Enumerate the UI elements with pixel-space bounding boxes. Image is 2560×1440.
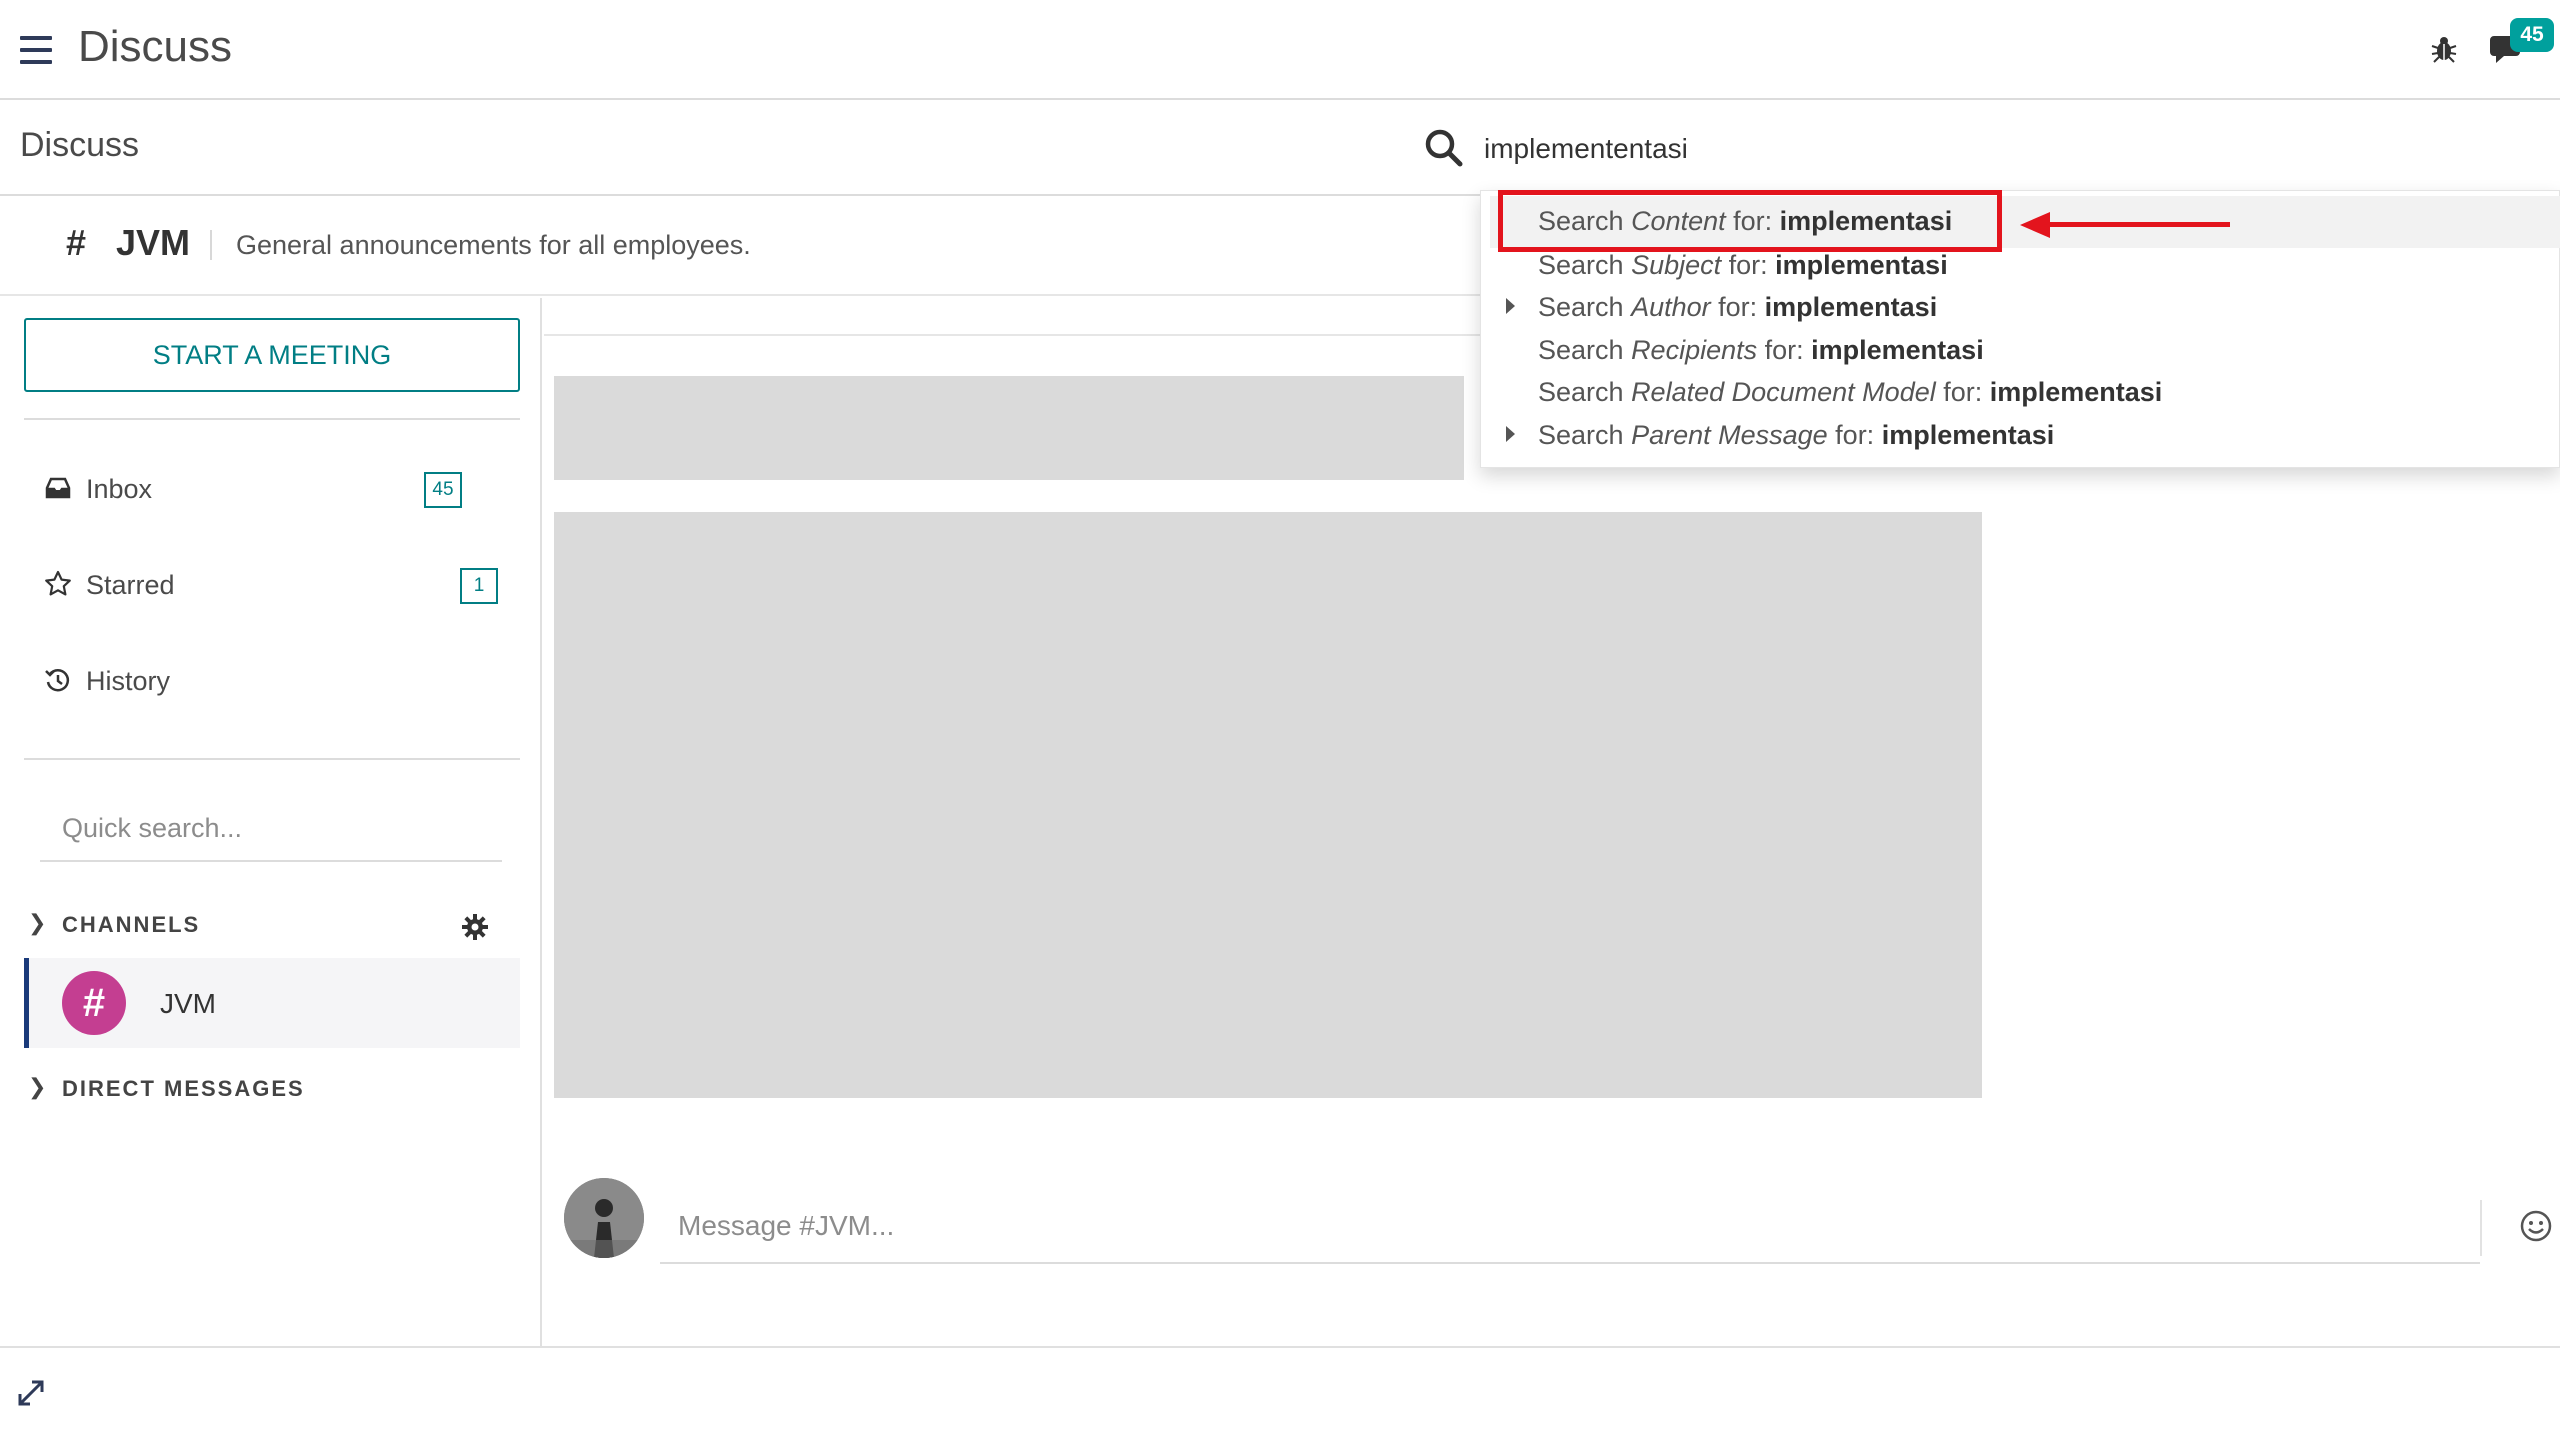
sidebar-item-label: History — [86, 666, 171, 696]
autocomplete-item-related-document-model[interactable]: Search Related Document Model for: imple… — [1538, 377, 2162, 408]
channels-label: CHANNELS — [62, 912, 201, 937]
message-input[interactable] — [660, 1190, 2480, 1264]
autocomplete-middle: for: — [1721, 250, 1776, 280]
hamburger-menu-icon[interactable] — [20, 36, 52, 64]
search-input[interactable] — [1484, 124, 2484, 174]
channels-category[interactable]: ❯ CHANNELS — [28, 908, 468, 944]
autocomplete-middle: for: — [1710, 292, 1765, 322]
chevron-right-icon: ❯ — [28, 910, 47, 935]
chevron-right-icon: ❯ — [28, 1074, 47, 1099]
message-placeholder — [554, 376, 1464, 480]
autocomplete-term: implementasi — [1989, 377, 2163, 407]
autocomplete-item-subject[interactable]: Search Subject for: implementasi — [1538, 250, 1948, 281]
caret-right-icon[interactable] — [1506, 426, 1515, 442]
user-avatar — [564, 1178, 644, 1258]
inbox-icon — [45, 477, 71, 499]
annotation-arrow-line — [2046, 222, 2230, 227]
footer-divider — [0, 1346, 2560, 1348]
autocomplete-field: Related Document Model — [1631, 377, 1936, 407]
user-silhouette-icon — [564, 1178, 644, 1258]
autocomplete-field: Parent Message — [1631, 420, 1828, 450]
sidebar-item-starred[interactable]: Starred 1 — [24, 558, 520, 614]
message-placeholder — [554, 512, 1982, 1098]
thread-name: JVM — [116, 222, 191, 263]
star-icon — [45, 570, 71, 596]
sidebar-divider — [24, 418, 520, 420]
sidebar-item-history[interactable]: History — [24, 654, 520, 710]
breadcrumb: Discuss — [20, 126, 140, 164]
inbox-counter: 45 — [424, 472, 462, 508]
caret-right-icon[interactable] — [1506, 298, 1515, 314]
sidebar-divider — [24, 758, 520, 760]
autocomplete-term: implementasi — [1764, 292, 1938, 322]
expand-icon[interactable] — [16, 1378, 46, 1408]
autocomplete-term: implementasi — [1775, 250, 1948, 280]
composer-divider — [2480, 1200, 2482, 1256]
bug-icon[interactable] — [2430, 34, 2458, 64]
autocomplete-field: Subject — [1631, 250, 1722, 280]
autocomplete-prefix: Search — [1538, 420, 1632, 450]
autocomplete-prefix: Search — [1538, 335, 1632, 365]
direct-messages-label: DIRECT MESSAGES — [62, 1076, 305, 1101]
channel-hash: # — [66, 222, 87, 263]
starred-counter: 1 — [460, 568, 498, 604]
autocomplete-field: Recipients — [1631, 335, 1758, 365]
start-meeting-button[interactable]: START A MEETING — [24, 318, 520, 392]
autocomplete-prefix: Search — [1538, 377, 1632, 407]
autocomplete-prefix: Search — [1538, 292, 1632, 322]
autocomplete-term: implementasi — [1811, 335, 1984, 365]
app-title: Discuss — [78, 22, 233, 71]
history-icon — [45, 669, 70, 692]
direct-messages-category[interactable]: ❯ DIRECT MESSAGES — [28, 1072, 468, 1108]
autocomplete-term: implementasi — [1881, 420, 2055, 450]
sidebar-item-inbox[interactable]: Inbox 45 — [24, 462, 520, 518]
autocomplete-middle: for: — [1827, 420, 1882, 450]
autocomplete-prefix: Search — [1538, 250, 1632, 280]
sidebar-item-label: Inbox — [86, 474, 153, 504]
quick-search-input[interactable] — [40, 796, 502, 862]
autocomplete-middle: for: — [1935, 377, 1990, 407]
gear-icon[interactable] — [460, 912, 490, 942]
channel-avatar: # — [62, 971, 126, 1035]
autocomplete-item-parent-message[interactable]: Search Parent Message for: implementasi — [1538, 420, 2054, 451]
annotation-highlight-box — [1498, 190, 2002, 252]
thread-description: General announcements for all employees. — [236, 230, 751, 260]
autocomplete-middle: for: — [1757, 335, 1812, 365]
sidebar-item-label: Starred — [86, 570, 175, 600]
header-divider — [210, 230, 212, 260]
autocomplete-field: Author — [1631, 292, 1711, 322]
thread-divider — [544, 334, 1560, 336]
notification-badge[interactable]: 45 — [2510, 18, 2554, 52]
autocomplete-item-author[interactable]: Search Author for: implementasi — [1538, 292, 1937, 323]
search-icon[interactable] — [1424, 128, 1464, 168]
top-navbar — [0, 0, 2560, 100]
autocomplete-item-recipients[interactable]: Search Recipients for: implementasi — [1538, 335, 1984, 366]
emoji-icon[interactable] — [2518, 1208, 2554, 1244]
channel-name: JVM — [160, 988, 216, 1019]
